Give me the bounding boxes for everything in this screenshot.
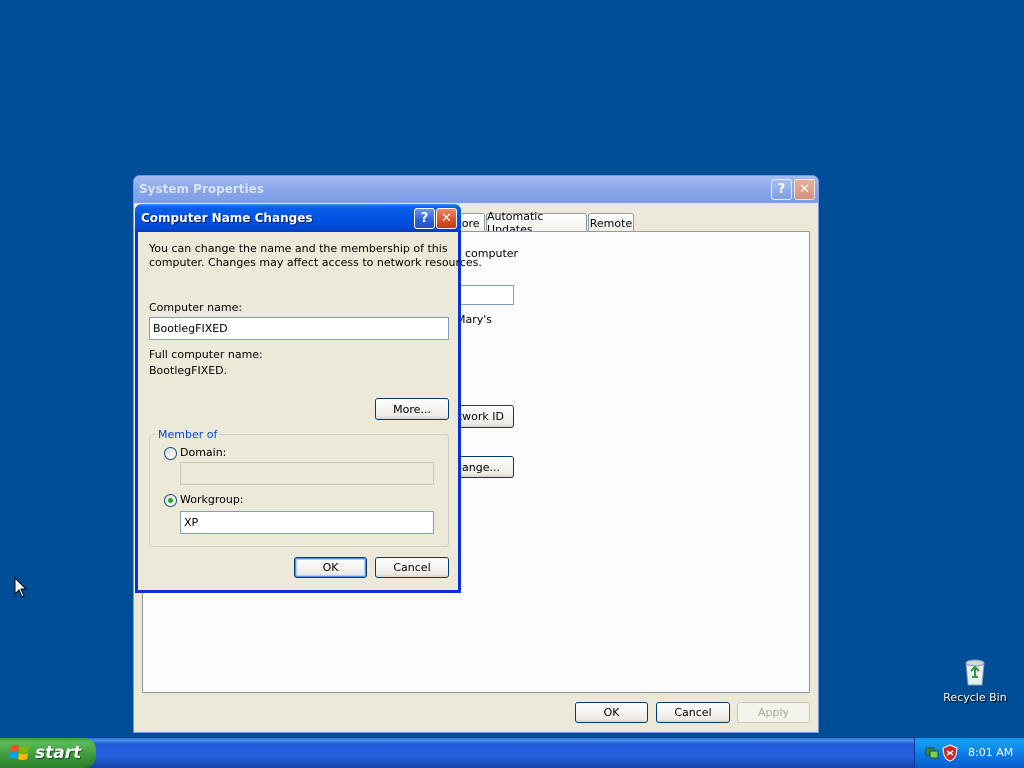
full-computer-name-label: Full computer name: xyxy=(149,348,263,361)
close-button[interactable]: ✕ xyxy=(794,179,815,200)
dialog-description-line-1: You can change the name and the membersh… xyxy=(149,242,448,255)
close-button[interactable]: ✕ xyxy=(436,208,457,229)
help-button[interactable]: ? xyxy=(771,179,792,200)
system-tray: 8:01 AM xyxy=(914,738,1024,768)
security-shield-icon[interactable] xyxy=(942,744,958,762)
button-label: More... xyxy=(393,402,431,416)
computer-name-changes-dialog: Computer Name Changes ? ✕ You can change… xyxy=(135,204,482,593)
computer-name-label: Computer name: xyxy=(149,301,243,314)
domain-label: Domain: xyxy=(180,446,227,459)
computer-name-input[interactable] xyxy=(149,317,449,340)
button-label: Cancel xyxy=(674,706,712,719)
start-button[interactable]: start xyxy=(0,738,96,768)
button-label: Cancel xyxy=(393,561,431,574)
close-icon: ✕ xyxy=(799,182,810,197)
close-icon: ✕ xyxy=(441,211,452,226)
button-label: Apply xyxy=(757,706,790,719)
panel-name-fragment: Mary's xyxy=(456,313,493,326)
dialog-ok-button[interactable]: OK xyxy=(294,557,367,578)
recycle-bin-label: Recycle Bin xyxy=(943,691,1007,704)
dialog-description-line-2: computer. Changes may affect access to n… xyxy=(149,256,482,269)
recycle-bin-desktop-icon[interactable]: Recycle Bin xyxy=(940,655,1010,704)
computer-description-field[interactable] xyxy=(456,285,514,305)
dialog-title: Computer Name Changes xyxy=(141,211,313,225)
more-button[interactable]: More... xyxy=(375,398,449,420)
tab-label: Remote xyxy=(589,216,633,230)
domain-radio[interactable] xyxy=(164,447,177,460)
button-label: twork ID xyxy=(457,410,504,423)
help-icon: ? xyxy=(777,182,786,197)
ok-button[interactable]: OK xyxy=(575,702,648,723)
button-label: nange... xyxy=(455,460,500,474)
apply-button[interactable]: Apply xyxy=(737,702,810,723)
dialog-titlebar[interactable]: Computer Name Changes ? ✕ xyxy=(135,204,461,232)
windows-logo-icon xyxy=(9,745,29,760)
recycle-bin-icon xyxy=(965,659,985,686)
workgroup-radio[interactable] xyxy=(164,494,177,507)
network-icon[interactable] xyxy=(924,745,940,761)
tab-automatic-updates[interactable]: Automatic Updates xyxy=(486,210,587,236)
taskbar: start 8:01 AM xyxy=(0,738,1024,768)
mouse-pointer-icon xyxy=(14,577,28,598)
domain-input[interactable] xyxy=(180,462,434,485)
taskbar-clock[interactable]: 8:01 AM xyxy=(968,746,1013,759)
tab-remote[interactable]: Remote xyxy=(588,213,634,232)
start-label: start xyxy=(35,743,82,763)
cancel-button[interactable]: Cancel xyxy=(656,702,730,723)
member-of-legend: Member of xyxy=(156,428,220,441)
full-computer-name-value: BootlegFIXED. xyxy=(149,364,228,377)
button-label: OK xyxy=(322,561,339,574)
workgroup-input[interactable] xyxy=(180,511,434,534)
workgroup-label: Workgroup: xyxy=(180,493,244,506)
system-properties-titlebar[interactable]: System Properties ? ✕ xyxy=(134,176,818,203)
dialog-cancel-button[interactable]: Cancel xyxy=(375,557,449,578)
help-button[interactable]: ? xyxy=(414,208,435,229)
system-properties-title: System Properties xyxy=(139,182,264,196)
help-icon: ? xyxy=(420,211,429,226)
button-label: OK xyxy=(603,706,620,719)
